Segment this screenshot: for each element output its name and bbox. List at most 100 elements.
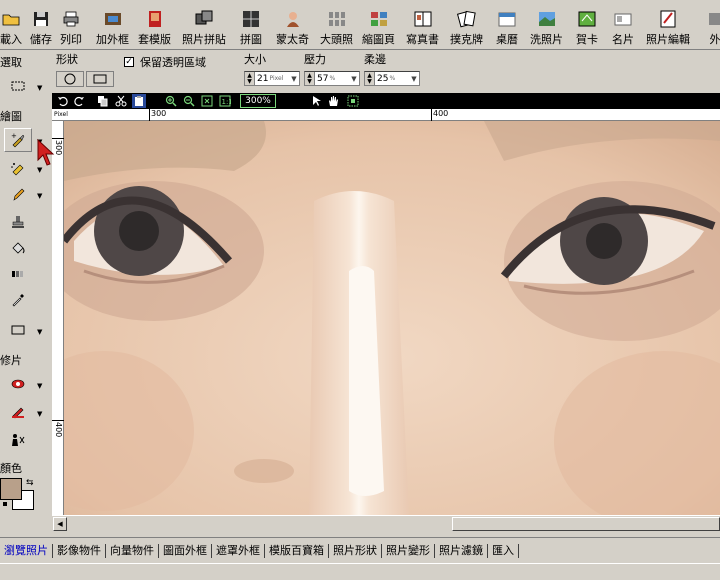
spin-arrows-icon[interactable]: ▲ ▼ — [245, 72, 255, 85]
smudge-tool[interactable] — [4, 400, 32, 424]
zoom-out-icon[interactable] — [182, 94, 196, 108]
paste-icon[interactable] — [132, 94, 146, 108]
tab-4[interactable]: 遮罩外框 — [212, 543, 265, 558]
cut-icon[interactable] — [114, 94, 128, 108]
clone-tool[interactable] — [4, 428, 32, 452]
toolbar-button-puzzle[interactable]: 拼圖 — [240, 2, 262, 48]
toolbar-button-printer[interactable]: 列印 — [60, 2, 82, 48]
scroll-left-icon[interactable]: ◀ — [53, 517, 67, 531]
color-section-label: 顏色 — [0, 462, 22, 475]
spin-arrows-icon[interactable]: ▲ ▼ — [305, 72, 315, 85]
tab-7[interactable]: 照片變形 — [382, 543, 435, 558]
toolbar-button-poker-card[interactable]: 撲克牌 — [450, 2, 483, 48]
toolbar-label: 名片 — [612, 33, 634, 46]
canvas-toolbar: 1:1 300% — [52, 93, 720, 109]
chevron-down-icon[interactable]: ▼ — [409, 75, 419, 83]
toolbar-label: 拼圖 — [240, 33, 262, 46]
draw-section-label: 繪圖 — [0, 110, 22, 123]
toolbar-button-frame[interactable]: 加外框 — [96, 2, 129, 48]
scrollbar-thumb[interactable] — [452, 517, 720, 531]
tab-5[interactable]: 模版百寶箱 — [265, 543, 329, 558]
chevron-down-icon[interactable]: ▼ — [289, 75, 299, 83]
chevron-down-icon[interactable]: ▼ — [37, 84, 42, 92]
pressure-spinner[interactable]: ▲ ▼ 57 % ▼ — [304, 71, 360, 86]
tab-1[interactable]: 影像物件 — [53, 543, 106, 558]
fill-tool[interactable] — [4, 236, 32, 260]
chevron-down-icon[interactable]: ▼ — [37, 410, 42, 418]
tab-0[interactable]: 瀏覽照片 — [0, 543, 53, 558]
airbrush-tool[interactable] — [4, 156, 32, 180]
toolbar-button-thumbnail-page[interactable]: 縮圖頁 — [362, 2, 395, 48]
photo-canvas[interactable] — [64, 121, 720, 515]
toolbar-button-greeting-card[interactable]: 賀卡 — [576, 2, 598, 48]
toolbar-button-plugin[interactable]: 外 — [704, 2, 720, 48]
toolbar-button-photo-edit[interactable]: 照片編輯 — [646, 2, 690, 48]
tab-9[interactable]: 匯入 — [488, 543, 519, 558]
undo-icon[interactable] — [56, 94, 70, 108]
plugin-icon — [704, 8, 720, 30]
toolbar-button-desk-calendar[interactable]: 桌曆 — [496, 2, 518, 48]
toolbar-label: 賀卡 — [576, 33, 598, 46]
eyedropper-tool[interactable] — [4, 288, 32, 312]
toolbar-button-print-photo[interactable]: 洗照片 — [530, 2, 563, 48]
pencil-tool[interactable] — [4, 182, 32, 206]
swap-colors-icon[interactable]: ⇆ — [26, 478, 34, 488]
toolbar-button-floppy-disk[interactable]: 儲存 — [30, 2, 52, 48]
tab-6[interactable]: 照片形狀 — [329, 543, 382, 558]
toolbar-button-business-card[interactable]: 名片 — [612, 2, 634, 48]
toolbar-label: 洗照片 — [530, 33, 563, 46]
spin-arrows-icon[interactable]: ▲ ▼ — [365, 72, 375, 85]
red-eye-tool[interactable] — [4, 372, 32, 396]
softness-spinner[interactable]: ▲ ▼ 25 % ▼ — [364, 71, 420, 86]
rectangle-tool[interactable] — [4, 318, 32, 342]
toolbar-label: 寫真書 — [406, 33, 439, 46]
select-all-icon[interactable] — [346, 94, 360, 108]
pressure-unit: % — [329, 75, 336, 82]
hand-pan-icon[interactable] — [326, 94, 340, 108]
chevron-down-icon[interactable]: ▼ — [37, 382, 42, 390]
toolbar-button-template[interactable]: 套模版 — [138, 2, 171, 48]
fit-window-icon[interactable] — [200, 94, 214, 108]
business-card-icon — [612, 8, 634, 30]
pointer-icon[interactable] — [310, 94, 324, 108]
marquee-select-tool[interactable] — [4, 74, 32, 98]
circle-shape-button[interactable] — [56, 71, 84, 87]
chevron-down-icon[interactable]: ▼ — [37, 328, 42, 336]
face-photo — [64, 121, 720, 515]
stamp-tool[interactable] — [4, 210, 32, 234]
tab-3[interactable]: 圖面外框 — [159, 543, 212, 558]
toolbar-label: 加外框 — [96, 33, 129, 46]
chevron-down-icon[interactable]: ▼ — [37, 192, 42, 200]
desk-calendar-icon — [496, 8, 518, 30]
size-spinner[interactable]: ▲ ▼ 21 Pixel ▼ — [244, 71, 300, 86]
zoom-level[interactable]: 300% — [240, 94, 276, 108]
zoom-in-icon[interactable] — [164, 94, 178, 108]
ruler-number-400: 400 — [54, 422, 63, 438]
smudge-icon — [12, 407, 24, 419]
chevron-down-icon[interactable]: ▼ — [349, 75, 359, 83]
reset-colors-icon[interactable] — [3, 502, 7, 506]
keep-transparent-checkbox[interactable]: ✓ — [124, 57, 134, 67]
foreground-color-swatch[interactable] — [0, 478, 22, 500]
marquee-icon — [11, 81, 25, 91]
toolbar-button-collage[interactable]: 照片拼貼 — [182, 2, 226, 48]
red-eye-icon — [11, 379, 25, 389]
pencil-icon — [13, 188, 25, 201]
tab-8[interactable]: 照片濾鏡 — [435, 543, 488, 558]
copy-icon[interactable] — [96, 94, 110, 108]
toolbar-button-folder-open[interactable]: 載入 — [0, 2, 22, 48]
horizontal-scrollbar[interactable]: ◀ — [52, 515, 720, 531]
horizontal-ruler: Pixel 300 400 — [52, 109, 720, 121]
id-photo-icon — [326, 8, 348, 30]
svg-text:+: + — [11, 132, 17, 140]
toolbar-label: 蒙太奇 — [276, 33, 309, 46]
actual-size-icon[interactable]: 1:1 — [218, 94, 232, 108]
toolbar-button-id-photo[interactable]: 大頭照 — [320, 2, 353, 48]
gradient-tool[interactable] — [4, 262, 32, 286]
toolbar-button-montage[interactable]: 蒙太奇 — [276, 2, 309, 48]
tab-2[interactable]: 向量物件 — [106, 543, 159, 558]
toolbar-button-photo-book[interactable]: 寫真書 — [406, 2, 439, 48]
square-shape-button[interactable] — [86, 71, 114, 87]
brush-tool[interactable]: + — [4, 128, 32, 152]
redo-icon[interactable] — [72, 94, 86, 108]
